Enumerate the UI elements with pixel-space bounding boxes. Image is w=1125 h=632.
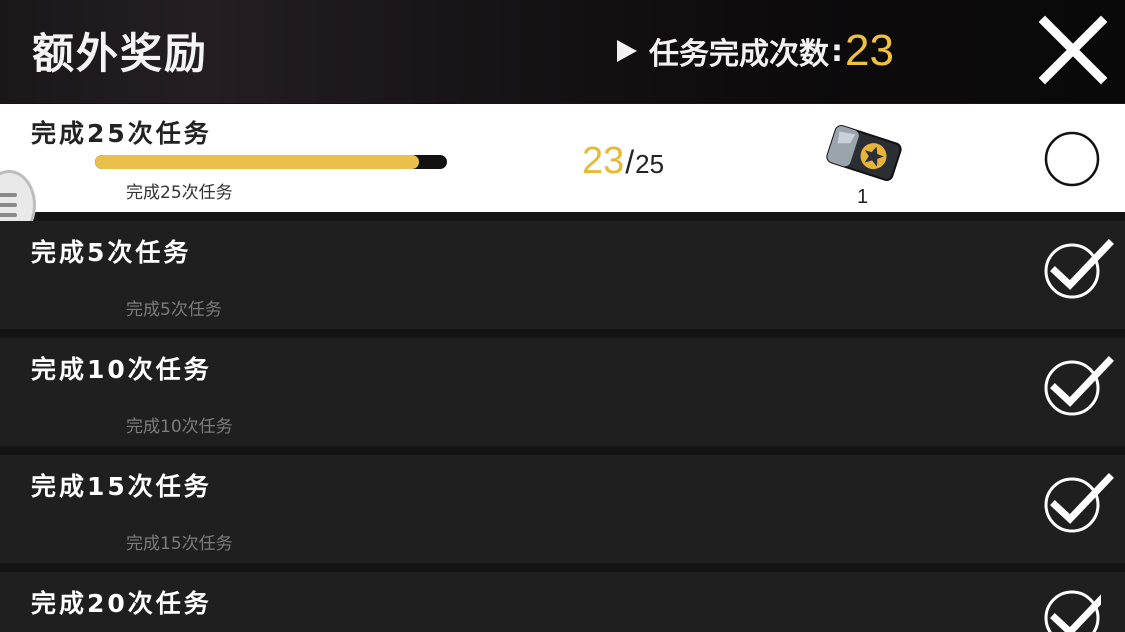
task-subtitle: 完成25次任务 xyxy=(126,183,233,203)
task-progress-text: 23 / 25 xyxy=(582,140,664,183)
completed-check-button[interactable] xyxy=(1043,585,1101,632)
task-title: 完成20次任务 xyxy=(31,589,212,618)
check-circle-icon xyxy=(1044,356,1114,416)
progress-total: 25 xyxy=(635,149,665,179)
check-circle-icon xyxy=(1044,239,1114,299)
task-count-label: 任务完成次数 xyxy=(649,37,829,72)
task-row-10: 完成10次任务 完成10次任务 xyxy=(0,338,1125,446)
play-arrow-icon xyxy=(617,40,637,62)
task-title: 完成5次任务 xyxy=(31,238,192,267)
task-title: 完成15次任务 xyxy=(31,472,212,501)
close-icon xyxy=(1038,15,1108,85)
page-title: 额外奖励 xyxy=(32,29,209,78)
task-progress-fill xyxy=(95,155,419,169)
task-row-20: 完成20次任务 xyxy=(0,572,1125,632)
check-circle-icon xyxy=(1044,473,1114,533)
task-title: 完成25次任务 xyxy=(31,119,212,148)
task-subtitle: 完成10次任务 xyxy=(126,417,233,437)
task-row-5: 完成5次任务 完成5次任务 xyxy=(0,221,1125,329)
task-progress-bar xyxy=(95,155,447,169)
completed-check-button[interactable] xyxy=(1043,355,1114,416)
task-count-display: 任务完成次数 : 23 xyxy=(617,26,894,76)
task-count-value: 23 xyxy=(845,26,894,75)
header-bar: 额外奖励 任务完成次数 : 23 xyxy=(0,0,1125,103)
menu-line xyxy=(0,213,17,217)
task-count-colon: : xyxy=(831,33,843,69)
claim-circle-button[interactable] xyxy=(1043,130,1101,188)
check-circle-icon xyxy=(1044,590,1101,632)
empty-circle-icon xyxy=(1044,131,1100,187)
progress-separator: / xyxy=(625,144,635,180)
task-subtitle: 完成15次任务 xyxy=(126,534,233,554)
completed-check-button[interactable] xyxy=(1043,472,1114,533)
completed-check-button[interactable] xyxy=(1043,238,1114,299)
ticket-star-icon[interactable] xyxy=(822,122,906,184)
menu-line xyxy=(0,203,17,207)
task-row-15: 完成15次任务 完成15次任务 xyxy=(0,455,1125,563)
task-title: 完成10次任务 xyxy=(31,355,212,384)
reward-quantity: 1 xyxy=(857,186,869,208)
menu-line xyxy=(0,193,17,197)
progress-current: 23 xyxy=(582,140,625,182)
close-button[interactable] xyxy=(1035,12,1111,88)
task-subtitle: 完成5次任务 xyxy=(126,300,222,320)
